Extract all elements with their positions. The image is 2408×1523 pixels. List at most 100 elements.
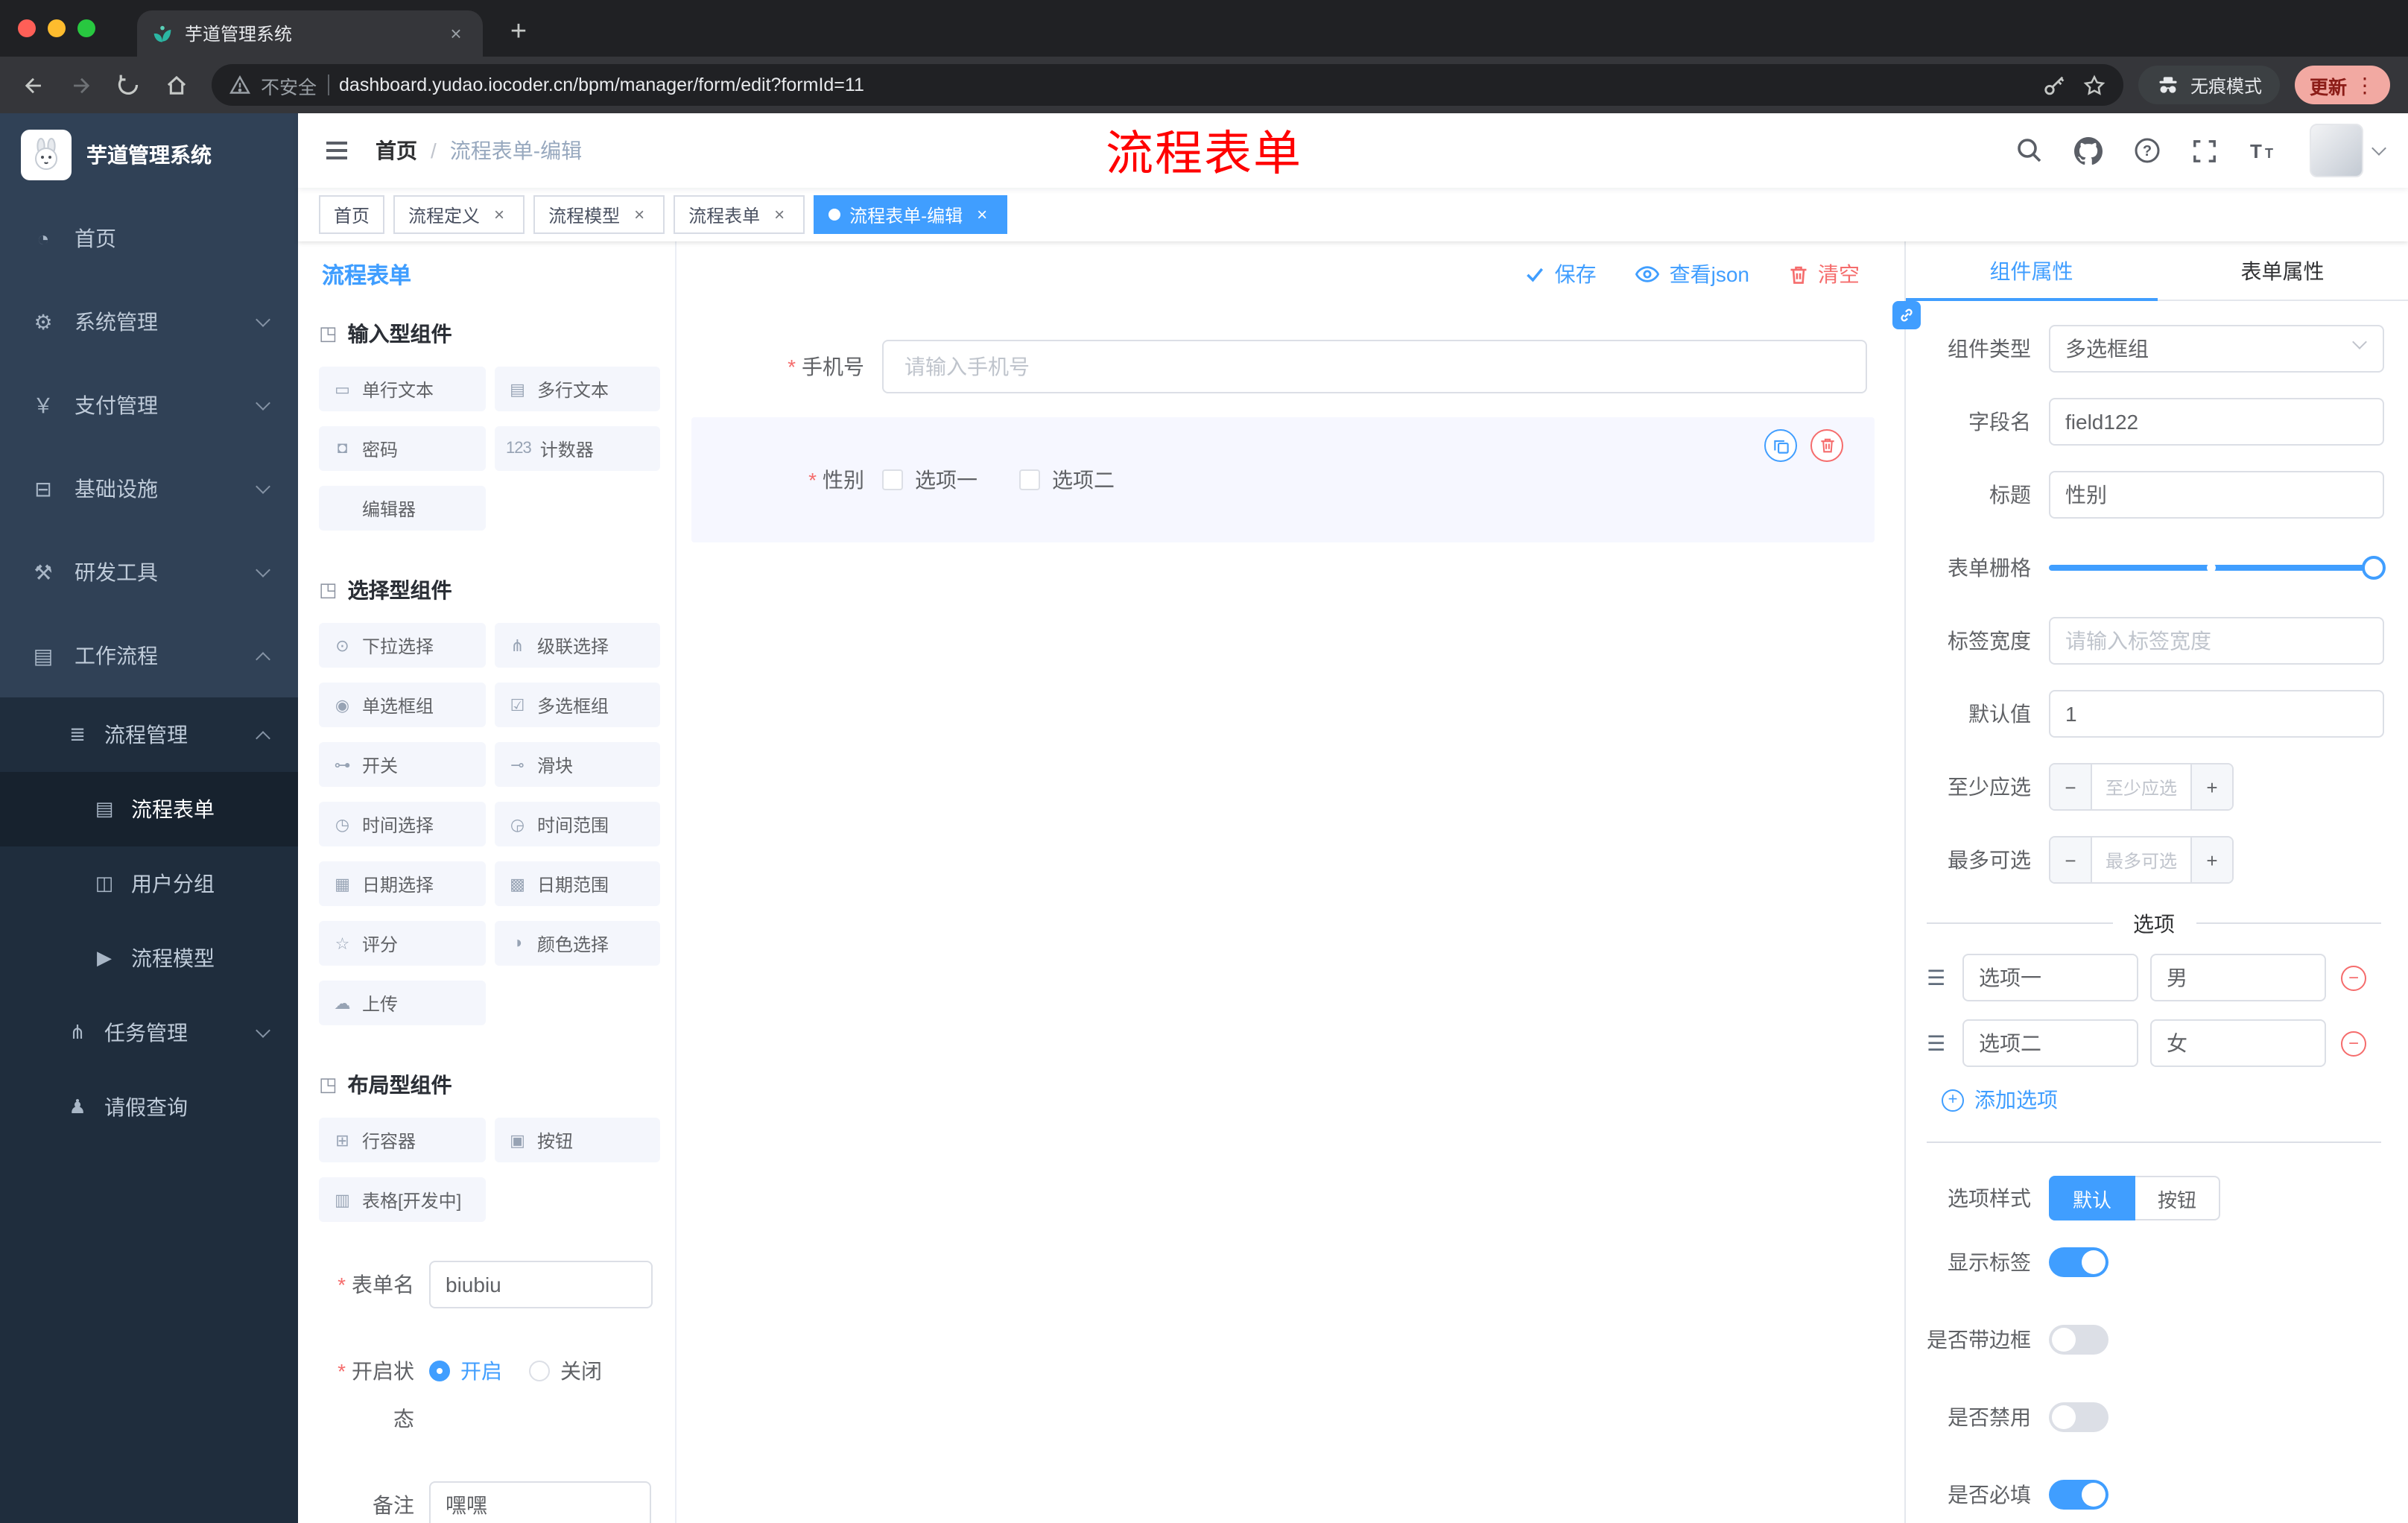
component-button[interactable]: ▤ 多行文本 — [494, 367, 660, 411]
drag-handle-icon[interactable] — [1927, 1030, 1951, 1056]
add-option-button[interactable]: 添加选项 — [1924, 1085, 2384, 1115]
drag-handle-icon[interactable] — [1927, 965, 1951, 990]
bookmark-star-icon[interactable] — [2083, 74, 2106, 96]
sidebar-item-infrastructure[interactable]: ⊟ 基础设施 — [0, 447, 298, 531]
form-grid-slider[interactable] — [2049, 544, 2386, 592]
sidebar-item-dev-tools[interactable]: ⚒ 研发工具 — [0, 531, 298, 614]
sidebar-item-process-form[interactable]: ▤ 流程表单 — [0, 772, 298, 846]
phone-field-row[interactable]: 手机号 — [691, 340, 1875, 393]
fullscreen-icon[interactable] — [2192, 138, 2217, 163]
tag-process-model[interactable]: 流程模型 — [533, 195, 665, 234]
tag-close-icon[interactable] — [489, 204, 510, 225]
phone-input[interactable] — [882, 340, 1867, 393]
tab-form-properties[interactable]: 表单属性 — [2157, 241, 2408, 300]
component-button[interactable]: ▥ 表格[开发中] — [319, 1177, 485, 1222]
menu-kebab-icon[interactable] — [2354, 72, 2375, 98]
help-icon[interactable]: ? — [2134, 137, 2161, 164]
component-button[interactable]: ⊞ 行容器 — [319, 1118, 485, 1162]
component-button[interactable]: ⊶ 开关 — [319, 742, 485, 787]
form-remark-textarea[interactable]: 嘿嘿 — [429, 1481, 651, 1523]
browser-update-button[interactable]: 更新 — [2294, 66, 2390, 104]
form-name-input[interactable] — [429, 1261, 653, 1308]
option-style-button-button[interactable]: 按钮 — [2135, 1176, 2221, 1220]
tag-process-definition[interactable]: 流程定义 — [393, 195, 525, 234]
gender-widget-selected[interactable]: 性别 选项一 选项二 — [691, 417, 1875, 542]
option-label-input[interactable] — [1962, 1019, 2138, 1067]
forward-icon[interactable] — [60, 64, 101, 106]
component-button[interactable]: ⋔ 级联选择 — [494, 623, 660, 668]
component-button[interactable]: ⊙ 下拉选择 — [319, 623, 485, 668]
required-switch[interactable] — [2049, 1480, 2108, 1510]
component-button[interactable]: 编辑器 — [319, 486, 485, 531]
breadcrumb-home[interactable]: 首页 — [376, 136, 417, 165]
component-button[interactable]: ◑ 颜色选择 — [494, 921, 660, 966]
increase-icon[interactable] — [2190, 838, 2232, 882]
component-button[interactable]: ◷ 时间选择 — [319, 802, 485, 846]
window-minimize-button[interactable] — [48, 19, 66, 37]
tag-close-icon[interactable] — [972, 204, 992, 225]
default-value-input[interactable] — [2049, 690, 2384, 738]
component-button[interactable]: ☁ 上传 — [319, 981, 485, 1025]
disabled-switch[interactable] — [2049, 1402, 2108, 1432]
reload-icon[interactable] — [107, 64, 149, 106]
save-button[interactable]: 保存 — [1525, 259, 1597, 289]
home-icon[interactable] — [155, 64, 197, 106]
sidebar-item-process-management[interactable]: ≣ 流程管理 — [0, 697, 298, 772]
component-button[interactable]: 123 计数器 — [494, 426, 660, 471]
component-button[interactable]: ◶ 时间范围 — [494, 802, 660, 846]
tag-process-form-edit[interactable]: 流程表单-编辑 — [814, 195, 1008, 234]
title-input[interactable] — [2049, 471, 2384, 519]
tag-home[interactable]: 首页 — [319, 195, 385, 234]
component-button[interactable]: ⊸ 滑块 — [494, 742, 660, 787]
new-tab-button[interactable] — [501, 18, 536, 46]
tag-close-icon[interactable] — [629, 204, 650, 225]
address-bar[interactable]: 不安全 dashboard.yudao.iocoder.cn/bpm/manag… — [212, 64, 2123, 106]
view-json-button[interactable]: 查看json — [1635, 259, 1749, 289]
status-radio-on[interactable]: 开启 — [429, 1356, 502, 1386]
link-icon[interactable] — [1892, 301, 1921, 329]
tab-close-icon[interactable] — [444, 22, 468, 45]
component-button[interactable]: ◉ 单选框组 — [319, 683, 485, 727]
component-button[interactable]: ▭ 单行文本 — [319, 367, 485, 411]
slider-handle[interactable] — [2362, 556, 2386, 580]
component-button[interactable]: ▩ 日期范围 — [494, 861, 660, 906]
sidebar-item-workflow[interactable]: ▤ 工作流程 — [0, 614, 298, 697]
with-border-switch[interactable] — [2049, 1325, 2108, 1355]
sidebar-item-task-management[interactable]: ⋔ 任务管理 — [0, 995, 298, 1070]
gender-checkbox-option-2[interactable]: 选项二 — [1019, 465, 1115, 495]
gender-checkbox-option-1[interactable]: 选项一 — [882, 465, 978, 495]
browser-tab[interactable]: 芋道管理系统 — [137, 10, 483, 57]
show-label-switch[interactable] — [2049, 1247, 2108, 1277]
window-close-button[interactable] — [18, 19, 36, 37]
window-zoom-button[interactable] — [77, 19, 95, 37]
hamburger-icon[interactable] — [322, 136, 352, 165]
component-button[interactable]: ☆ 评分 — [319, 921, 485, 966]
option-label-input[interactable] — [1962, 954, 2138, 1001]
copy-widget-button[interactable] — [1764, 429, 1797, 462]
remove-option-button[interactable] — [2341, 965, 2366, 990]
label-width-input[interactable] — [2049, 617, 2384, 665]
font-size-icon[interactable]: T T — [2249, 139, 2278, 162]
tag-close-icon[interactable] — [769, 204, 790, 225]
status-radio-off[interactable]: 关闭 — [529, 1356, 602, 1386]
tab-component-properties[interactable]: 组件属性 — [1906, 241, 2157, 301]
security-label[interactable]: 不安全 — [261, 71, 317, 99]
tag-process-form[interactable]: 流程表单 — [674, 195, 805, 234]
option-value-input[interactable] — [2150, 1019, 2326, 1067]
field-name-input[interactable] — [2049, 398, 2384, 446]
component-button[interactable]: ▦ 日期选择 — [319, 861, 485, 906]
password-key-icon[interactable] — [2043, 74, 2065, 96]
delete-widget-button[interactable] — [1810, 429, 1843, 462]
decrease-icon[interactable] — [2050, 838, 2092, 882]
component-button[interactable]: ▣ 按钮 — [494, 1118, 660, 1162]
option-style-default-button[interactable]: 默认 — [2049, 1176, 2136, 1220]
component-button[interactable]: ☑ 多选框组 — [494, 683, 660, 727]
remove-option-button[interactable] — [2341, 1030, 2366, 1056]
component-type-select[interactable]: 多选框组 — [2049, 325, 2384, 373]
back-icon[interactable] — [12, 64, 54, 106]
avatar[interactable] — [2310, 124, 2363, 177]
sidebar-item-process-model[interactable]: ▶ 流程模型 — [0, 921, 298, 995]
clear-button[interactable]: 清空 — [1788, 259, 1860, 289]
option-value-input[interactable] — [2150, 954, 2326, 1001]
sidebar-item-payment-management[interactable]: ￥ 支付管理 — [0, 364, 298, 447]
